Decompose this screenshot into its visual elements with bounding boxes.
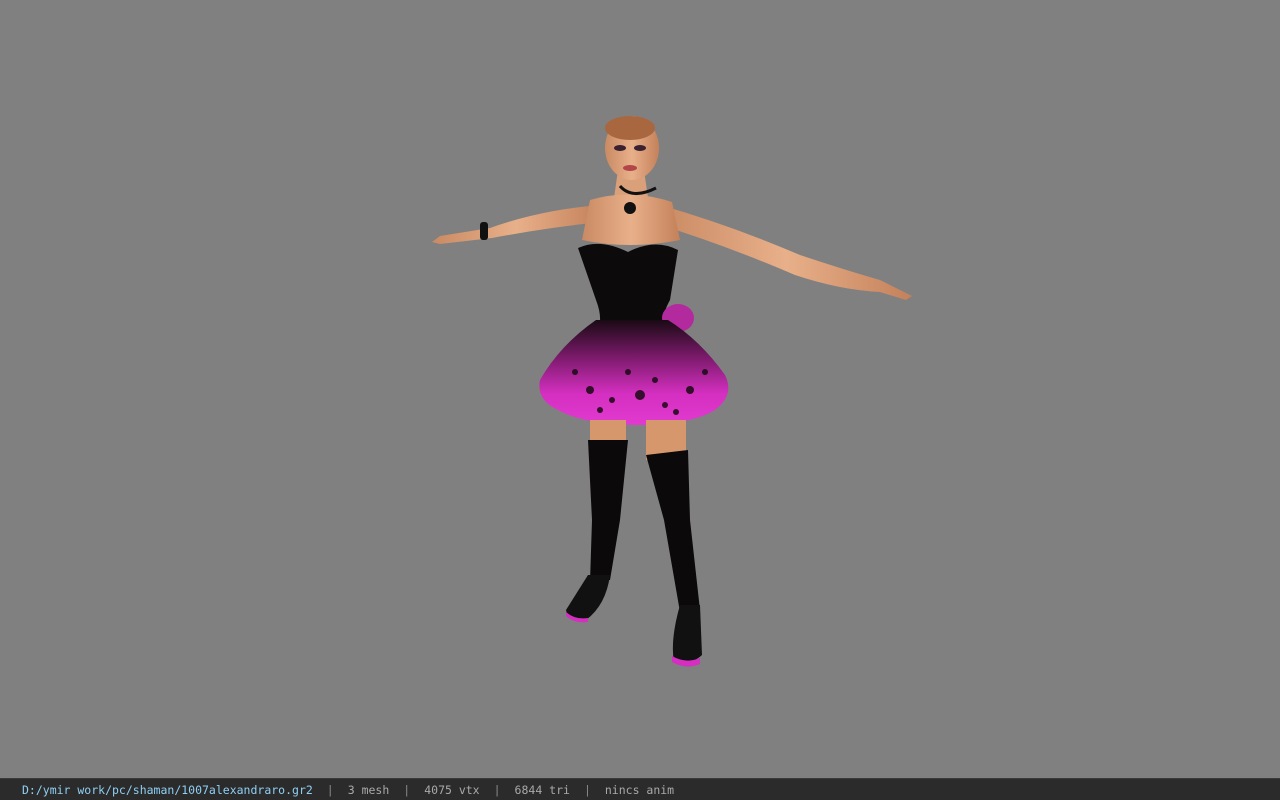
- skirt: [539, 320, 729, 425]
- right-arm: [660, 205, 912, 300]
- character-model: [432, 116, 912, 667]
- left-shoe: [566, 575, 610, 621]
- triangle-count: 6844 tri: [514, 782, 570, 797]
- 3d-viewport[interactable]: [0, 0, 1280, 778]
- left-stocking: [588, 440, 628, 582]
- mesh-count: 3 mesh: [347, 782, 390, 797]
- separator: |: [326, 782, 334, 797]
- separator: |: [583, 782, 591, 797]
- bracelet: [480, 222, 488, 240]
- shoulders: [582, 194, 680, 245]
- separator: |: [493, 782, 501, 797]
- right-shoe: [672, 605, 702, 664]
- animation-status: nincs anim: [604, 782, 675, 797]
- status-bar: D:/ymir work/pc/shaman/1007alexandraro.g…: [0, 778, 1280, 800]
- hair: [605, 116, 655, 140]
- vertex-count: 4075 vtx: [424, 782, 480, 797]
- left-arm: [432, 205, 600, 244]
- separator: |: [403, 782, 411, 797]
- file-path: D:/ymir work/pc/shaman/1007alexandraro.g…: [22, 782, 313, 797]
- pendant: [624, 202, 636, 214]
- right-stocking: [646, 450, 700, 612]
